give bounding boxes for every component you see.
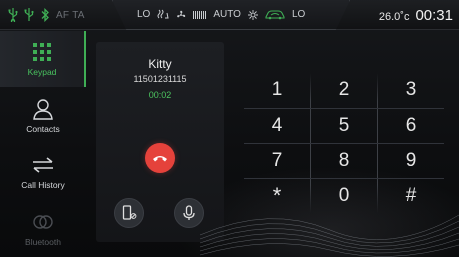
sidebar-item-label: Contacts [26, 124, 60, 134]
call-duration: 00:02 [148, 90, 172, 100]
key-3[interactable]: 3 [378, 73, 444, 107]
fan-icon [177, 10, 186, 17]
car-recirculation-icon [265, 10, 285, 20]
ta-indicator: TA [72, 9, 85, 21]
climate-row: LO AUTO LO [137, 9, 305, 20]
switch-to-phone-button[interactable] [114, 198, 144, 228]
status-left: AF TA [8, 8, 85, 22]
fan-speed-bars [193, 10, 207, 19]
fan-mode-label: AUTO [213, 9, 241, 20]
climate-bar[interactable]: LO AUTO LO [112, 0, 350, 30]
sidebar-item-contacts[interactable]: Contacts [0, 88, 86, 144]
outside-temperature: 26.0˚c [378, 11, 410, 23]
usb-icon [24, 8, 34, 21]
seat-airflow-icon [157, 9, 169, 19]
key-9[interactable]: 9 [378, 144, 444, 178]
bluetooth-icon [41, 8, 49, 22]
key-8[interactable]: 8 [311, 144, 377, 178]
status-bar: AF TA LO AUTO LO 26.0˚c 00:31 [0, 0, 459, 30]
status-right: 26.0˚c 00:31 [379, 7, 453, 24]
defrost-sun-icon [247, 9, 258, 20]
key-5[interactable]: 5 [311, 109, 377, 143]
key-1[interactable]: 1 [244, 73, 310, 107]
hang-up-icon [153, 156, 167, 162]
sidebar-item-bluetooth[interactable]: Bluetooth [0, 201, 86, 257]
keypad-icon [33, 43, 51, 61]
sidebar-item-label: Bluetooth [25, 237, 61, 247]
contact-icon [33, 99, 53, 120]
hang-up-button[interactable] [145, 143, 175, 173]
key-2[interactable]: 2 [311, 73, 377, 107]
phone-device-icon [122, 205, 137, 220]
sidebar-item-call-history[interactable]: Call History [0, 144, 86, 200]
sidebar-item-label: Keypad [27, 67, 57, 77]
microphone-icon [183, 205, 195, 220]
usb-icon [8, 8, 18, 22]
right-temp-mode: LO [291, 9, 306, 20]
key-7[interactable]: 7 [244, 144, 310, 178]
decorative-waves [200, 214, 459, 257]
left-temp-mode: LO [137, 9, 151, 20]
key-6[interactable]: 6 [378, 109, 444, 143]
af-indicator: AF [56, 9, 70, 21]
bluetooth-link-icon [33, 215, 53, 229]
caller-name: Kitty [148, 57, 172, 71]
sidebar-item-label: Call History [21, 180, 65, 190]
sidebar: Keypad Contacts Call History Bluetooth [0, 31, 86, 257]
clock: 00:31 [415, 7, 453, 24]
caller-number: 11501231115 [133, 74, 187, 84]
key-4[interactable]: 4 [244, 109, 310, 143]
swap-arrows-icon [33, 157, 53, 173]
sidebar-item-keypad[interactable]: Keypad [0, 31, 86, 87]
